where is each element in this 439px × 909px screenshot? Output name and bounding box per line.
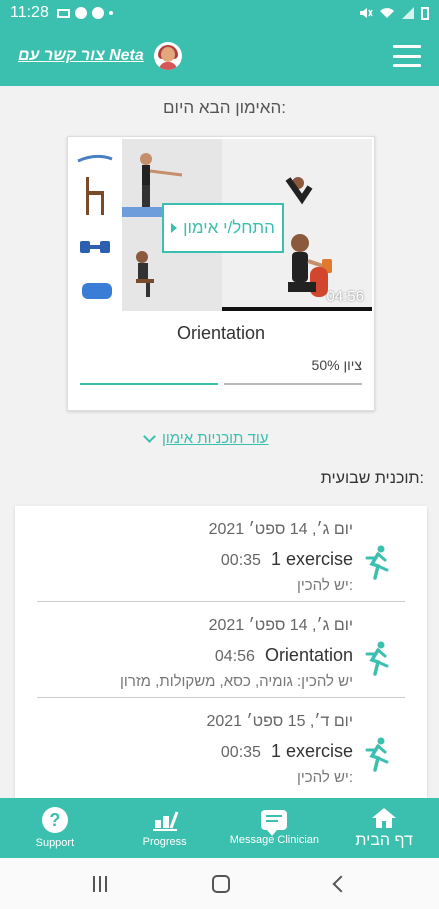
session-name: Orientation [264,645,353,665]
nav-progress-label: Progress [142,836,187,848]
start-workout-label: התחל/י אימון [183,218,275,237]
nav-home[interactable]: דף הבית [329,798,439,858]
session-equipment: יש להכין: גומיה, כסא, משקולות, מזרון [120,673,353,690]
progress-chart-icon [152,811,179,831]
more-notifications-icon [108,11,113,15]
system-home-icon[interactable] [211,874,230,893]
status-notification-icons [56,7,113,19]
mute-icon [360,8,373,18]
play-icon [171,223,178,233]
help-question-icon: ? [41,807,68,833]
contact-clinician-link[interactable]: צור קשר עם Neta [18,47,144,65]
equipment-strip [70,139,122,311]
next-workout-card[interactable]: 04:56 התחל/י אימון Orientation 50% ציון [67,136,375,411]
session-equipment: יש להכין: [296,577,353,594]
running-person-icon [365,737,389,772]
progress-score-label: 50% ציון [311,357,362,373]
bottom-navigation: ? Support Progress Message Clinician דף … [0,798,439,858]
workout-thumbnail[interactable]: 04:56 התחל/י אימון [70,139,372,311]
session-date: יום ג׳, 14 ספט׳ 2021 [208,617,353,634]
start-workout-button[interactable]: התחל/י אימון [162,203,284,253]
session-duration: 00:35 [220,552,261,569]
status-system-icons [359,6,429,20]
hamburger-menu-icon[interactable] [393,45,421,67]
more-workout-plans-label: עוד תוכניות אימון [162,430,269,447]
workout-name: Orientation [176,323,266,343]
signal-icon [402,7,414,19]
status-time: 11:28 [10,4,49,21]
wifi-icon [380,8,394,18]
recent-apps-icon[interactable] [92,875,107,892]
status-bar: 11:28 [0,0,439,26]
session-name: 1 exercise [270,549,353,569]
weekly-plan-title: תוכנית שבועית: [320,470,424,487]
nav-message-clinician[interactable]: Message Clinician [220,798,330,858]
clinician-avatar[interactable] [153,42,182,70]
back-icon[interactable] [332,875,349,892]
nav-progress[interactable]: Progress [110,798,220,858]
android-navigation-bar [0,858,439,909]
chevron-down-icon [143,430,156,443]
progress-bar-filled [80,383,218,385]
session-duration: 04:56 [214,648,255,665]
facebook-icon [91,7,104,19]
app-header: צור קשר עם Neta [0,26,439,86]
workout-duration: 04:56 [326,288,364,305]
progress-bar-remaining [224,383,362,385]
main-content[interactable]: האימון הבא היום: 04:56 התחל/י אימון Orie… [0,86,439,798]
weekly-session-item[interactable]: יום ג׳, 14 ספט׳ 2021 04:56 Orientation י… [37,602,405,698]
nav-support-label: Support [35,837,75,849]
cast-icon [56,8,70,18]
running-person-icon [365,641,389,676]
nav-home-label: דף הבית [355,832,413,849]
next-workout-title: האימון הבא היום: [163,98,286,117]
nav-support[interactable]: ? Support [0,798,110,858]
chat-bubble-icon [261,810,288,836]
session-name: 1 exercise [270,741,353,761]
facebook-icon [74,7,87,19]
session-duration: 00:35 [220,744,261,761]
running-person-icon [365,545,389,580]
home-icon [372,808,397,828]
weekly-session-item[interactable]: יום ד׳, 15 ספט׳ 2021 00:35 1 exercise יש… [37,698,405,794]
weekly-plan-list[interactable]: יום ג׳, 14 ספט׳ 2021 00:35 1 exercise יש… [15,506,427,798]
battery-icon [421,6,429,20]
session-date: יום ד׳, 15 ספט׳ 2021 [206,713,353,730]
more-workout-plans-toggle[interactable]: עוד תוכניות אימון [143,430,269,447]
session-equipment: יש להכין: [296,769,353,786]
session-date: יום ג׳, 14 ספט׳ 2021 [208,521,353,538]
weekly-session-item[interactable]: יום ג׳, 14 ספט׳ 2021 00:35 1 exercise יש… [37,506,405,602]
